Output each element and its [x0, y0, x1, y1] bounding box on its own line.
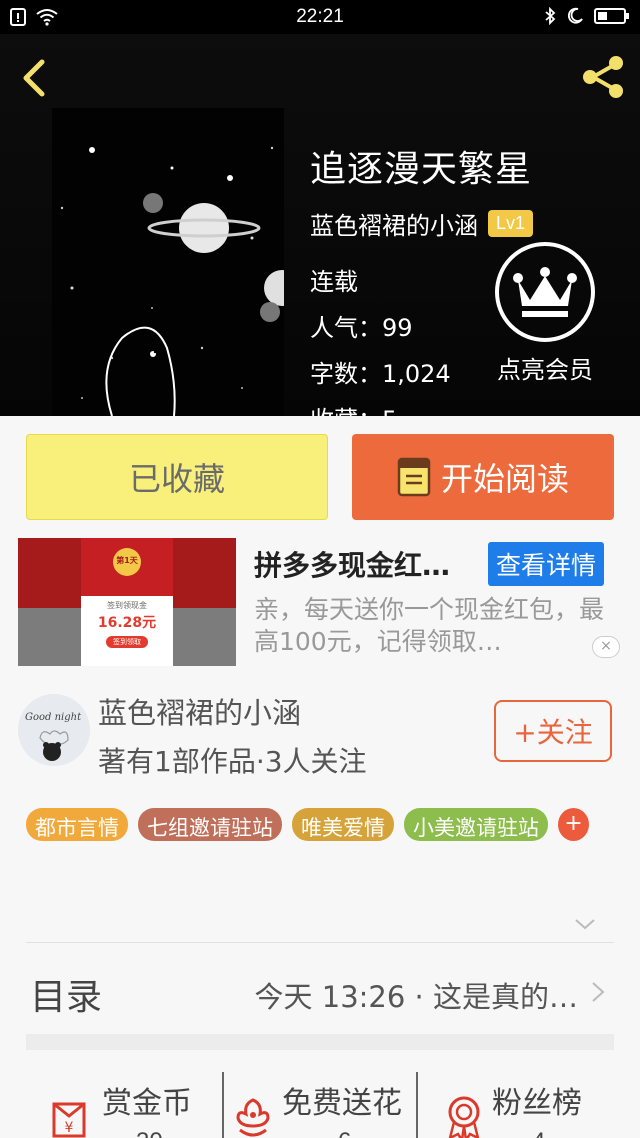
ad-thumb-caption: 签到领现金	[107, 601, 147, 610]
tag-item[interactable]: 七组邀请驻站	[138, 808, 282, 841]
follow-button[interactable]: +关注	[494, 700, 612, 762]
author-card[interactable]: Good night 蓝色褶裙的小涵 著有1部作品·3人关注 +关注	[18, 690, 622, 782]
avatar-text: Good night	[25, 712, 82, 723]
medal-icon	[448, 1096, 480, 1138]
share-button[interactable]	[578, 52, 628, 102]
toc-label: 目录	[30, 977, 103, 1018]
book-status: 连载	[310, 268, 358, 296]
collected-label: 已收藏	[128, 460, 225, 498]
fan-ranking-count: 4	[532, 1128, 545, 1138]
send-flower-count: 6	[338, 1128, 351, 1138]
book-cover[interactable]	[52, 108, 300, 416]
send-flower-button[interactable]: 免费送花 6	[224, 1072, 416, 1138]
back-button[interactable]	[14, 56, 54, 100]
ad-close-button[interactable]: ×	[592, 636, 620, 658]
share-icon	[583, 56, 623, 98]
ad-title: 拼多多现金红…	[254, 549, 451, 582]
svg-text:¥: ¥	[65, 1120, 74, 1136]
ad-thumbnail: 第1天 签到领现金 16.28元 签到领取	[18, 538, 236, 666]
author-card-stats: 著有1部作品·3人关注	[98, 745, 367, 778]
author-card-name[interactable]: 蓝色褶裙的小涵	[98, 690, 301, 732]
book-title: 追逐漫天繁星	[310, 149, 533, 190]
toc-row[interactable]: 目录 今天 13:26 · 这是真的…	[26, 958, 614, 1028]
book-hero: 追逐漫天繁星 蓝色褶裙的小涵 Lv1 连载 人气：99 字数：1,024 收藏：…	[0, 34, 640, 416]
ad-view-details-button[interactable]: 查看详情	[488, 542, 605, 586]
fan-ranking-button[interactable]: 粉丝榜 4	[418, 1072, 614, 1138]
tag-list: 都市言情 七组邀请驻站 唯美爱情 小美邀请驻站 +	[26, 808, 589, 841]
reward-coins-label: 赏金币	[102, 1086, 192, 1121]
book-author-row: 蓝色褶裙的小涵 Lv1	[310, 206, 534, 241]
coin-red-envelope-icon: ¥	[52, 1102, 86, 1138]
send-flower-label: 免费送花	[282, 1086, 402, 1121]
tag-item[interactable]: 都市言情	[26, 808, 128, 841]
chevron-left-icon	[23, 59, 45, 97]
vip-label: 点亮会员	[497, 356, 593, 384]
chevron-down-icon[interactable]	[574, 916, 596, 932]
status-bar: 22:21	[0, 0, 640, 34]
chevron-right-icon	[592, 982, 605, 1002]
toc-latest-chapter: 今天 13:26 · 这是真的…	[254, 980, 578, 1014]
book-word-count: 字数：1,024	[310, 360, 451, 388]
ad-thumb-button: 签到领取	[106, 636, 148, 648]
tag-item[interactable]: 唯美爱情	[292, 808, 394, 841]
start-reading-label: 开始阅读	[440, 460, 569, 498]
book-popularity: 人气：99	[310, 314, 413, 342]
book-favorites: 收藏：5	[310, 400, 397, 416]
vip-button[interactable]: 点亮会员	[490, 242, 600, 385]
reward-coins-button[interactable]: ¥ 赏金币 30	[26, 1072, 222, 1138]
section-separator	[26, 1034, 614, 1050]
collected-button[interactable]: 已收藏	[26, 434, 328, 520]
add-tag-button[interactable]: +	[558, 808, 589, 841]
ad-thumb-day-badge: 第1天	[116, 556, 138, 565]
tag-item[interactable]: 小美邀请驻站	[404, 808, 548, 841]
flower-icon	[236, 1098, 270, 1137]
status-right-icons	[544, 7, 630, 25]
level-badge: Lv1	[488, 210, 534, 237]
fan-ranking-label: 粉丝榜	[492, 1086, 582, 1121]
battery-icon	[594, 8, 629, 24]
ad-banner[interactable]: 第1天 签到领现金 16.28元 签到领取 拼多多现金红… 查看详情 亲，每天送…	[18, 538, 622, 668]
ad-description: 亲，每天送你一个现金红包，最高100元，记得领取…	[254, 595, 605, 656]
book-author[interactable]: 蓝色褶裙的小涵	[310, 206, 478, 241]
book-icon	[397, 457, 431, 497]
crown-icon	[495, 242, 595, 342]
bottom-action-bar: ¥ 赏金币 30 免费送花 6 粉丝榜 4	[26, 1064, 614, 1138]
start-reading-button[interactable]: 开始阅读	[352, 434, 614, 520]
bluetooth-icon	[545, 7, 556, 25]
reward-coins-count: 30	[136, 1128, 163, 1138]
ad-thumb-amount: 16.28元	[97, 615, 157, 631]
moon-icon	[567, 7, 583, 24]
book-cover-illustration	[52, 108, 300, 416]
avatar[interactable]: Good night	[18, 694, 90, 766]
divider	[26, 942, 614, 943]
